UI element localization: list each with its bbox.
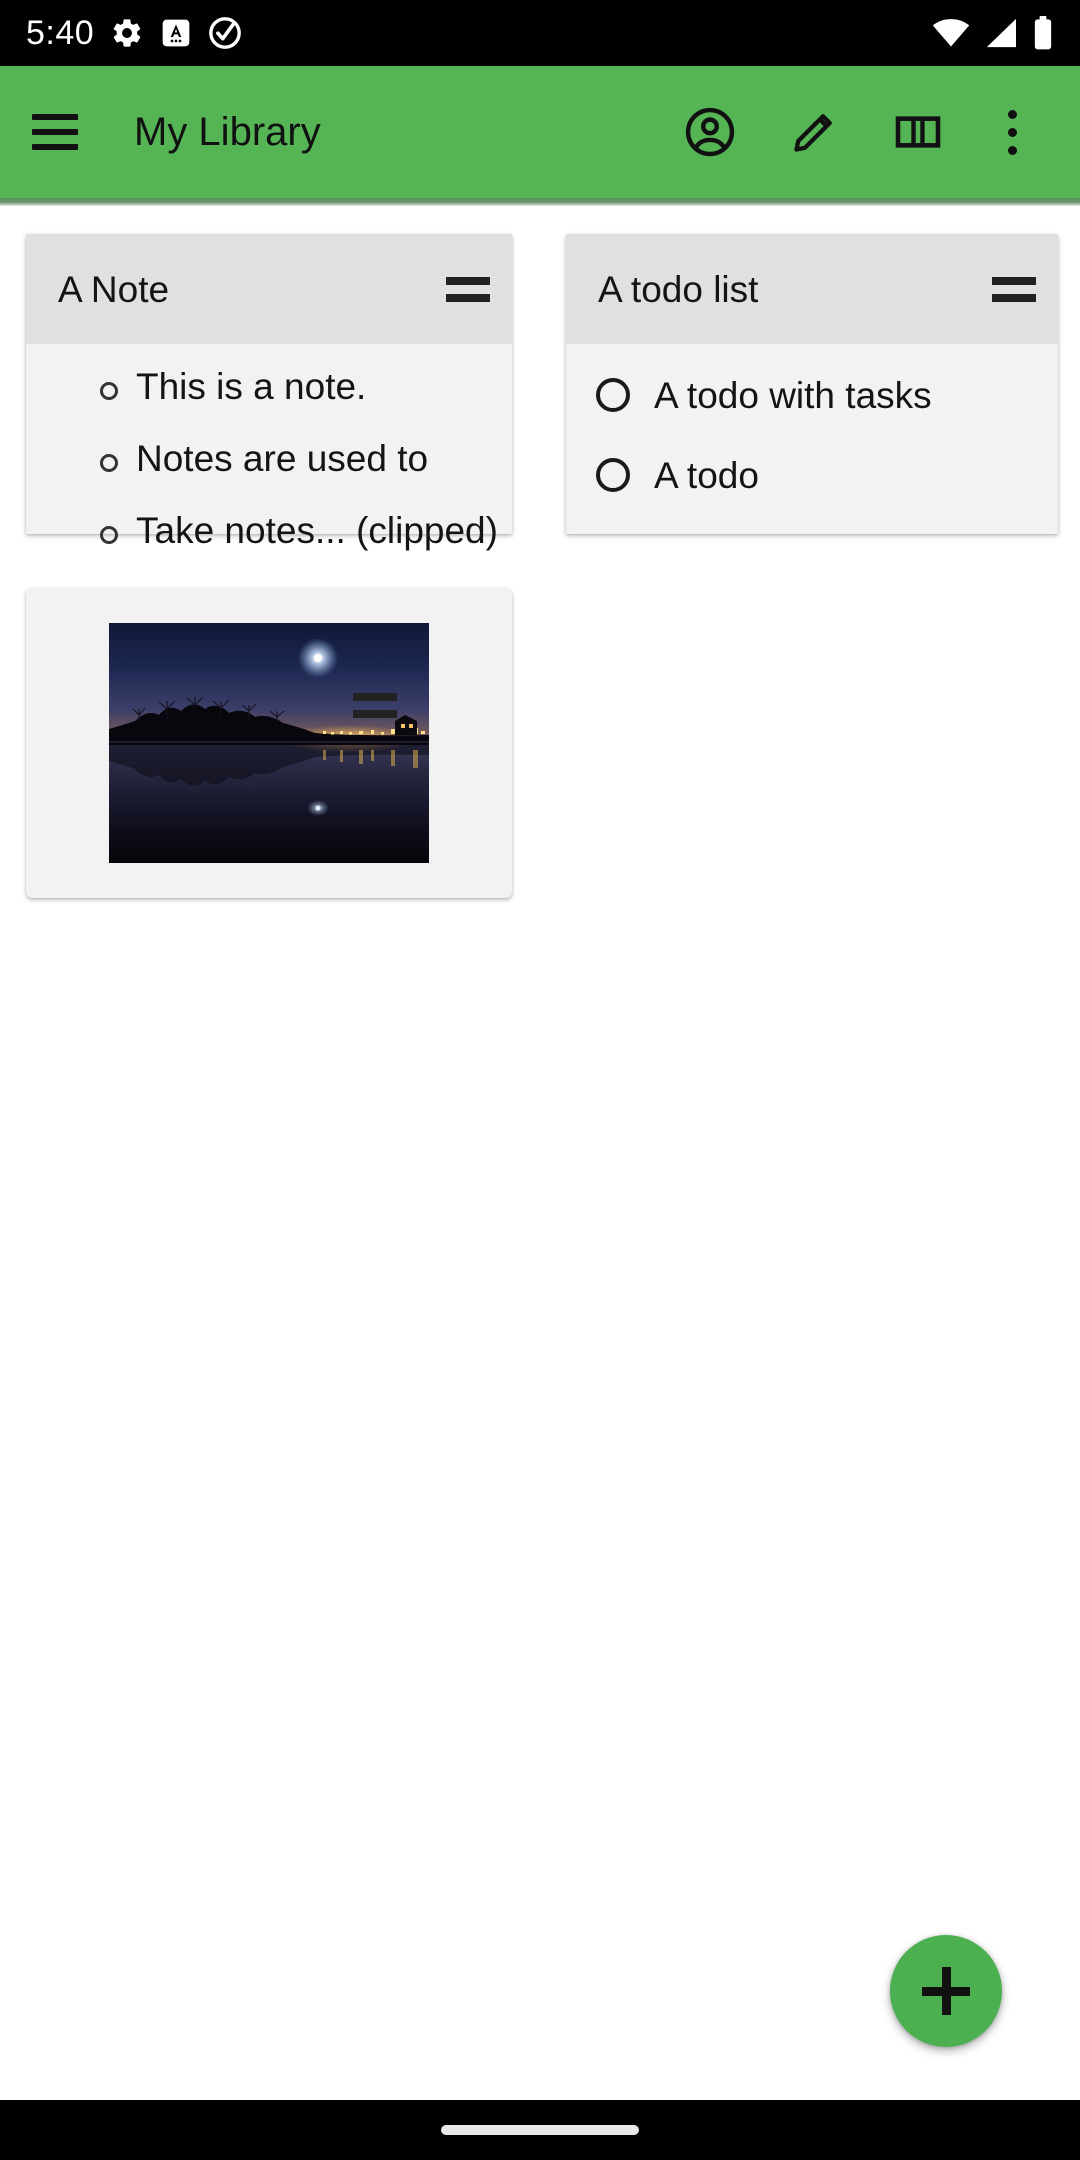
- add-fab-button[interactable]: [890, 1935, 1002, 2047]
- todo-card-body: A todo with tasks A todo: [566, 344, 1058, 570]
- drag-handle-bar: [353, 693, 397, 701]
- drag-handle-icon[interactable]: [353, 693, 397, 718]
- app-bar-shadow: [0, 198, 1080, 206]
- gear-icon: [113, 19, 141, 47]
- note-line-text: This is a note.: [136, 366, 367, 407]
- drag-handle-icon[interactable]: [992, 276, 1036, 302]
- overflow-dot: [1007, 127, 1017, 137]
- list-item-clipped: Take notes... (clipped): [26, 512, 512, 549]
- bullet-marker-icon: [100, 526, 118, 544]
- list-item[interactable]: A todo with tasks: [566, 366, 1058, 424]
- todo-card-title: A todo list: [598, 270, 759, 308]
- drag-handle-bar: [353, 710, 397, 718]
- todo-checkbox-icon[interactable]: [596, 378, 630, 412]
- home-gesture-pill[interactable]: [441, 2125, 639, 2135]
- app-bar: My Library: [0, 66, 1080, 198]
- columns-button[interactable]: [866, 80, 970, 184]
- overflow-menu-icon: [1007, 109, 1017, 155]
- battery-icon: [1034, 16, 1052, 50]
- note-card-title: A Note: [58, 270, 170, 308]
- todo-items: A todo with tasks A todo: [566, 366, 1058, 504]
- edit-button[interactable]: [762, 80, 866, 184]
- cell-signal-icon: [986, 18, 1016, 48]
- drag-handle-bar: [992, 293, 1036, 302]
- overflow-dot: [1007, 109, 1017, 119]
- drag-handle-bar: [446, 276, 490, 285]
- list-item: Notes are used to: [26, 440, 512, 477]
- status-bar-left: 5:40: [26, 16, 242, 50]
- check-circle-icon: [209, 17, 242, 49]
- app-bar-actions: [658, 80, 1054, 184]
- hamburger-bar: [32, 144, 78, 150]
- bullet-marker-icon: [100, 382, 118, 400]
- bullet-marker-icon: [100, 454, 118, 472]
- todo-item-label: A todo with tasks: [654, 374, 932, 416]
- status-clock: 5:40: [26, 14, 95, 52]
- night-lake-photo: [109, 623, 429, 863]
- library-grid: A Note This is a note. Notes are used to…: [0, 206, 1080, 2100]
- drag-handle-bar: [992, 276, 1036, 285]
- todo-item-label: A todo: [654, 454, 759, 496]
- plus-icon-vertical: [941, 1967, 951, 2015]
- todo-card-header: A todo list: [566, 234, 1058, 344]
- hamburger-bar: [32, 114, 78, 120]
- note-card[interactable]: A Note This is a note. Notes are used to…: [26, 234, 512, 549]
- note-bullet-list: This is a note. Notes are used to Take n…: [26, 368, 512, 549]
- drag-handle-icon[interactable]: [446, 276, 490, 302]
- image-card-photo-wrap: [109, 623, 429, 863]
- status-bar: 5:40: [0, 0, 1080, 66]
- hamburger-bar: [32, 129, 78, 135]
- list-item: This is a note.: [26, 368, 512, 405]
- status-bar-right: [932, 16, 1054, 50]
- note-line-text: Notes are used to: [136, 438, 429, 479]
- account-button[interactable]: [658, 80, 762, 184]
- system-navigation-bar: [0, 2100, 1080, 2160]
- account-circle-icon: [685, 107, 735, 157]
- hamburger-menu-icon[interactable]: [32, 114, 78, 150]
- overflow-dot: [1007, 145, 1017, 155]
- todo-checkbox-icon[interactable]: [596, 458, 630, 492]
- page-title: My Library: [134, 110, 321, 154]
- a-badge-icon: [162, 19, 190, 47]
- wifi-icon: [932, 19, 970, 47]
- note-card-header: A Note: [26, 234, 512, 344]
- image-card[interactable]: [26, 588, 512, 898]
- todo-list-card[interactable]: A todo list A todo with tasks A todo: [566, 234, 1058, 534]
- overflow-menu-button[interactable]: [970, 80, 1054, 184]
- pencil-edit-icon: [794, 114, 832, 152]
- note-card-body: This is a note. Notes are used to Take n…: [26, 344, 512, 572]
- list-item[interactable]: A todo: [566, 446, 1058, 504]
- drag-handle-bar: [446, 293, 490, 302]
- note-line-text: Take notes... (clipped): [136, 510, 498, 551]
- view-columns-icon: [895, 116, 941, 148]
